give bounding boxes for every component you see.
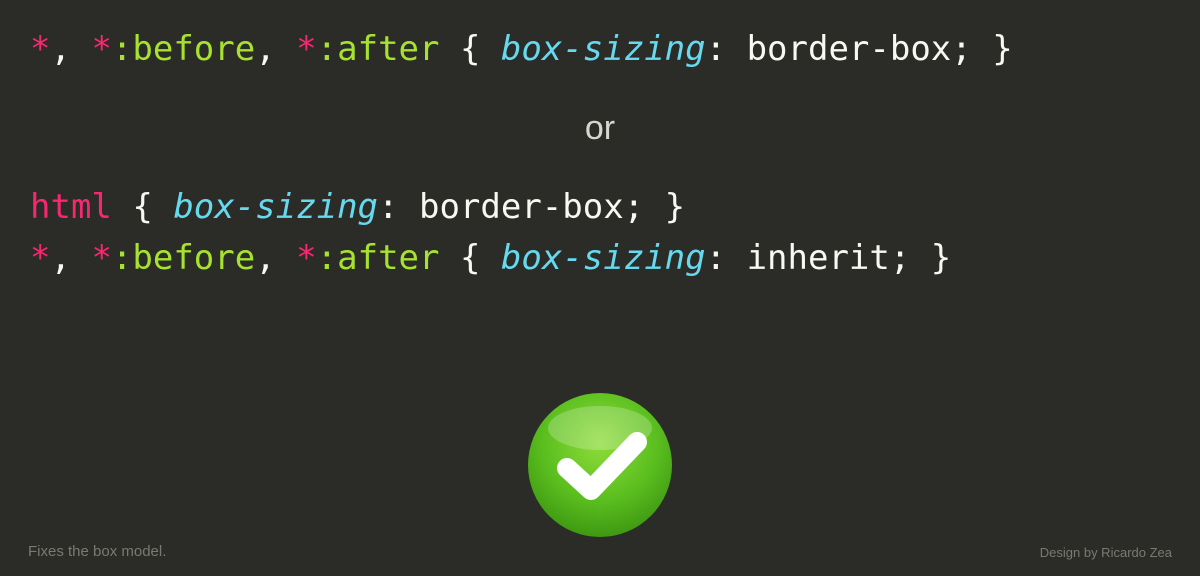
code-line-3: *, *:before, *:after { box-sizing: inher… [30,233,1170,284]
comma: , [255,238,296,278]
code-block: *, *:before, *:after { box-sizing: borde… [30,24,1170,284]
selector-star: * [296,29,316,69]
css-value: border-box [419,187,624,227]
selector-star: * [91,29,111,69]
colon: : [378,187,419,227]
pseudo-after: :after [317,29,440,69]
css-value: border-box [747,29,952,69]
brace-open: { [439,238,500,278]
selector-html: html [30,187,112,227]
brace-close: ; } [951,29,1012,69]
brace-open: { [112,187,173,227]
pseudo-before: :before [112,29,255,69]
selector-star: * [296,238,316,278]
colon: : [706,238,747,278]
code-line-1: *, *:before, *:after { box-sizing: borde… [30,24,1170,75]
colon: : [706,29,747,69]
selector-star: * [30,29,50,69]
checkmark-icon [525,390,675,540]
pseudo-before: :before [112,238,255,278]
css-property: box-sizing [173,187,378,227]
or-label: or [30,103,1170,154]
brace-close: ; } [624,187,685,227]
pseudo-after: :after [317,238,440,278]
css-property: box-sizing [501,29,706,69]
css-property: box-sizing [501,238,706,278]
comma: , [50,238,91,278]
brace-close: ; } [890,238,951,278]
comma: , [50,29,91,69]
selector-star: * [30,238,50,278]
credit-text: Design by Ricardo Zea [1040,545,1172,560]
code-line-2: html { box-sizing: border-box; } [30,182,1170,233]
selector-star: * [91,238,111,278]
brace-open: { [439,29,500,69]
caption-text: Fixes the box model. [28,543,166,560]
comma: , [255,29,296,69]
css-value: inherit [747,238,890,278]
